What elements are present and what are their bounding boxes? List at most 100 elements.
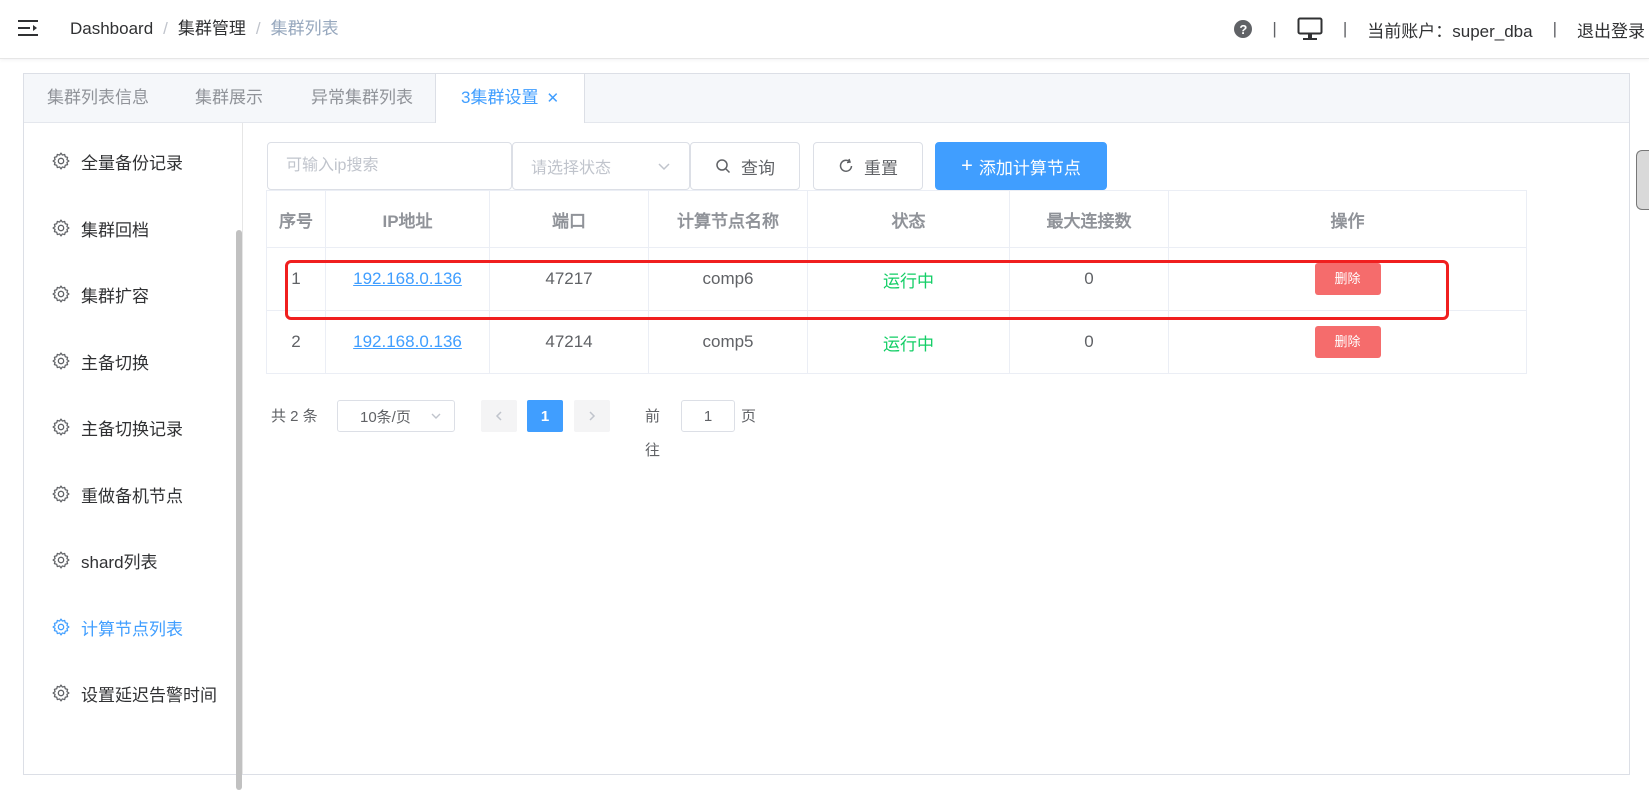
- goto-page-input[interactable]: [681, 400, 735, 432]
- menu-item-failover[interactable]: 主备切换: [24, 341, 242, 381]
- help-icon[interactable]: ?: [1234, 20, 1253, 38]
- chevron-down-icon: [431, 413, 441, 419]
- header-separator: |: [1342, 19, 1348, 38]
- breadcrumb-dashboard[interactable]: Dashboard: [70, 19, 153, 38]
- gear-icon: [52, 152, 70, 170]
- menu-item-label: shard列表: [81, 552, 158, 572]
- menu-item-label: 全量备份记录: [81, 153, 183, 173]
- add-compute-node-label: 添加计算节点: [978, 158, 1081, 178]
- menu-item-failover-records[interactable]: 主备切换记录: [24, 407, 242, 447]
- search-icon: [715, 158, 731, 174]
- menu-item-label: 设置延迟告警时间: [81, 685, 217, 705]
- side-drawer-handle[interactable]: [1636, 150, 1649, 210]
- reset-button-label: 重置: [864, 158, 898, 178]
- menu-item-label: 计算节点列表: [81, 619, 183, 639]
- menu-toggle-icon[interactable]: [18, 18, 40, 38]
- cell-actions: 删除: [1168, 310, 1527, 374]
- table-header-row: 序号 IP地址 端口 计算节点名称 状态 最大连接数 操作: [266, 190, 1527, 248]
- tab-cluster-list-info[interactable]: 集群列表信息: [47, 74, 149, 122]
- breadcrumb-cluster-management[interactable]: 集群管理: [178, 19, 246, 38]
- query-button[interactable]: 查询: [690, 142, 800, 190]
- header-actions: ? | | 当前账户：super_dba | 退出登录: [1234, 14, 1649, 44]
- column-header-ip: IP地址: [325, 190, 490, 248]
- status-select[interactable]: 请选择状态: [512, 142, 690, 190]
- cell-node-name: comp6: [648, 247, 808, 311]
- ip-link[interactable]: 192.168.0.136: [353, 332, 462, 351]
- side-menu-scrollbar[interactable]: [236, 230, 242, 790]
- top-header: Dashboard / 集群管理 / 集群列表 ? | | 当前账户：super_dba…: [0, 0, 1649, 59]
- breadcrumb: Dashboard / 集群管理 / 集群列表: [70, 18, 339, 40]
- delete-button[interactable]: 删除: [1314, 263, 1381, 295]
- column-header-max-connections: 最大连接数: [1009, 190, 1169, 248]
- column-header-node-name: 计算节点名称: [648, 190, 808, 248]
- cell-max-connections: 0: [1009, 310, 1169, 374]
- menu-item-rebuild-standby[interactable]: 重做备机节点: [24, 474, 242, 514]
- menu-item-cluster-rollback[interactable]: 集群回档: [24, 208, 242, 248]
- goto-label: 前往: [645, 408, 661, 459]
- tab-cluster-settings[interactable]: 3集群设置 ✕: [435, 74, 586, 123]
- cell-max-connections: 0: [1009, 247, 1169, 311]
- query-button-label: 查询: [741, 158, 775, 178]
- cell-port: 47214: [489, 310, 649, 374]
- menu-item-label: 主备切换: [81, 353, 149, 373]
- compute-node-table: 序号 IP地址 端口 计算节点名称 状态 最大连接数 操作 1 192.168.…: [266, 190, 1527, 374]
- ip-search-input[interactable]: [267, 142, 512, 190]
- settings-side-menu: 全量备份记录 集群回档 集群扩容 主备切换 主备切换记录 重做备机节点 shar…: [24, 123, 243, 790]
- prev-page-button[interactable]: [481, 400, 517, 432]
- status-select-placeholder: 请选择状态: [531, 160, 612, 177]
- gear-icon: [52, 285, 70, 303]
- menu-item-cluster-expand[interactable]: 集群扩容: [24, 274, 242, 314]
- pagination-total: 共 2 条: [271, 408, 318, 425]
- current-account: 当前账户：super_dba: [1367, 21, 1533, 41]
- cell-actions: 删除: [1168, 247, 1527, 311]
- next-page-button[interactable]: [574, 400, 610, 432]
- ip-link[interactable]: 192.168.0.136: [353, 269, 462, 288]
- menu-item-delay-alert-settings[interactable]: 设置延迟告警时间: [24, 673, 242, 713]
- gear-icon: [52, 418, 70, 436]
- cell-status: 运行中: [807, 247, 1010, 311]
- header-separator: |: [1552, 19, 1557, 38]
- tabs-header: 集群列表信息 集群展示 异常集群列表 3集群设置 ✕: [24, 74, 1629, 123]
- tab-abnormal-cluster-list[interactable]: 异常集群列表: [311, 74, 413, 122]
- refresh-icon: [838, 158, 854, 174]
- page-number-current[interactable]: 1: [527, 400, 563, 432]
- chevron-right-icon: [589, 411, 596, 421]
- cell-ip: 192.168.0.136: [325, 247, 490, 311]
- cell-index: 1: [266, 247, 326, 311]
- tab-cluster-display[interactable]: 集群展示: [195, 74, 263, 122]
- menu-item-full-backup-records[interactable]: 全量备份记录: [24, 141, 242, 181]
- breadcrumb-cluster-list: 集群列表: [270, 19, 339, 38]
- tab-cluster-settings-label: 3集群设置: [461, 88, 539, 107]
- breadcrumb-separator: /: [163, 19, 168, 38]
- gear-icon: [52, 684, 70, 702]
- close-icon[interactable]: ✕: [546, 90, 559, 107]
- monitor-icon[interactable]: [1297, 17, 1323, 41]
- column-header-index: 序号: [266, 190, 326, 248]
- cell-index: 2: [266, 310, 326, 374]
- cell-ip: 192.168.0.136: [325, 310, 490, 374]
- gear-icon: [52, 352, 70, 370]
- breadcrumb-separator: /: [255, 19, 261, 38]
- column-header-actions: 操作: [1168, 190, 1527, 248]
- menu-item-label: 重做备机节点: [81, 486, 183, 506]
- logout-link[interactable]: 退出登录: [1577, 17, 1645, 42]
- tabs-card: 集群列表信息 集群展示 异常集群列表 3集群设置 ✕ 全量备份记录 集群回档 集群…: [23, 73, 1630, 790]
- gear-icon: [52, 485, 70, 503]
- plus-icon: +: [961, 154, 973, 177]
- reset-button[interactable]: 重置: [813, 142, 923, 190]
- page-size-select[interactable]: 10条/页: [337, 400, 455, 432]
- delete-button[interactable]: 删除: [1314, 326, 1381, 358]
- chevron-down-icon: [658, 163, 670, 171]
- column-header-port: 端口: [489, 190, 649, 248]
- menu-item-shard-list[interactable]: shard列表: [24, 540, 242, 580]
- gear-icon: [52, 551, 70, 569]
- add-compute-node-button[interactable]: + 添加计算节点: [935, 142, 1107, 190]
- table-row: 2 192.168.0.136 47214 comp5 运行中 0 删除: [266, 310, 1527, 374]
- cell-port: 47217: [489, 247, 649, 311]
- menu-item-compute-node-list[interactable]: 计算节点列表: [24, 607, 242, 647]
- header-separator: |: [1272, 19, 1277, 38]
- menu-item-label: 集群扩容: [81, 286, 149, 306]
- menu-item-label: 集群回档: [81, 220, 149, 240]
- page-size-value: 10条/页: [360, 408, 411, 426]
- table-row: 1 192.168.0.136 47217 comp6 运行中 0 删除: [266, 247, 1527, 311]
